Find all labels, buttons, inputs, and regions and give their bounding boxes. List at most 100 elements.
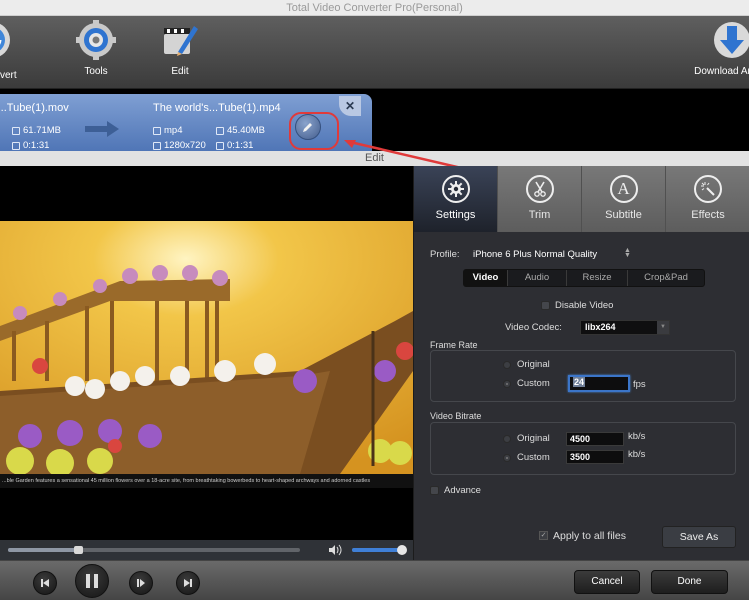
source-size: 61.71MB xyxy=(12,125,61,136)
video-caption: ...ble Garden features a sensational 45 … xyxy=(0,474,413,488)
toolbar-tools-label: Tools xyxy=(84,66,108,77)
gear-icon xyxy=(76,20,116,60)
apply-all-label: Apply to all files xyxy=(553,530,626,542)
frame-rate-custom-radio[interactable] xyxy=(503,380,511,388)
subtab-video[interactable]: Video xyxy=(464,270,508,286)
bitrate-title: Video Bitrate xyxy=(430,411,482,421)
edit-dialog-title: Edit xyxy=(0,151,749,166)
codec-select[interactable]: libx264 ▼ xyxy=(580,320,670,335)
toolbar-download-label: Download Am xyxy=(694,66,749,77)
monitor-icon xyxy=(153,141,161,150)
target-resolution: 1280x720 xyxy=(153,140,206,151)
frame-rate-original-label: Original xyxy=(517,359,550,370)
seek-progress xyxy=(8,548,79,552)
seek-handle[interactable] xyxy=(74,546,84,554)
bitrate-custom-unit: kb/s xyxy=(628,449,646,460)
pause-button[interactable] xyxy=(75,564,109,598)
player-controls: Cancel Done xyxy=(0,560,749,600)
volume-level xyxy=(352,548,402,552)
toolbar-download-button[interactable]: Download Am xyxy=(690,20,749,77)
target-file-name: The world's...Tube(1).mp4 xyxy=(153,102,281,114)
profile-select[interactable]: iPhone 6 Plus Normal Quality xyxy=(473,249,597,260)
disable-video-checkbox[interactable] xyxy=(541,301,550,310)
toolbar-edit-label: Edit xyxy=(171,66,189,77)
next-button[interactable] xyxy=(176,571,200,595)
target-size: 45.40MB xyxy=(216,125,265,136)
clock-icon xyxy=(12,141,20,150)
profile-stepper-icon[interactable]: ▲ ▼ xyxy=(624,247,631,259)
done-button[interactable]: Done xyxy=(651,570,728,594)
tab-settings[interactable]: Settings xyxy=(414,166,498,232)
step-forward-icon xyxy=(137,579,145,587)
seek-slider[interactable] xyxy=(8,546,300,554)
source-duration: 0:1:31 xyxy=(12,140,49,151)
tab-effects-label: Effects xyxy=(691,209,725,221)
skip-back-icon xyxy=(41,579,49,587)
frame-rate-custom-label: Custom xyxy=(517,378,550,389)
target-format: mp4 xyxy=(153,125,182,136)
format-icon xyxy=(153,126,161,135)
bitrate-original-input[interactable]: 4500 xyxy=(566,432,624,446)
apply-all-checkbox[interactable]: ✓ xyxy=(539,531,548,540)
frame-rate-value: 24 xyxy=(573,377,586,387)
target-format-value: mp4 xyxy=(164,125,183,136)
tab-settings-label: Settings xyxy=(435,209,476,221)
bitrate-original-radio[interactable] xyxy=(503,435,511,443)
subtab-crop-pad[interactable]: Crop&Pad xyxy=(628,270,704,286)
clock-icon xyxy=(216,141,224,150)
toolbar-tools-button[interactable]: Tools xyxy=(76,20,116,77)
tab-subtitle[interactable]: A Subtitle xyxy=(582,166,666,232)
bitrate-original-label: Original xyxy=(517,433,550,444)
source-size-value: 61.71MB xyxy=(23,125,62,136)
frame-rate-input[interactable]: 24 xyxy=(568,375,630,392)
codec-value: libx264 xyxy=(585,322,616,332)
tab-effects[interactable]: Effects xyxy=(666,166,749,232)
pause-icon xyxy=(86,574,98,588)
tab-trim[interactable]: Trim xyxy=(498,166,582,232)
download-arrow-icon xyxy=(712,20,749,60)
frame-rate-title: Frame Rate xyxy=(430,340,478,350)
remove-file-button[interactable]: ✕ xyxy=(339,96,361,116)
source-duration-value: 0:1:31 xyxy=(23,140,50,151)
bitrate-group: Original 4500 kb/s Custom 3500 kb/s xyxy=(430,422,736,475)
volume-icon[interactable] xyxy=(328,544,342,556)
volume-handle[interactable] xyxy=(397,545,407,555)
target-size-value: 45.40MB xyxy=(227,125,266,136)
video-preview: ...ble Garden features a sensational 45 … xyxy=(0,166,413,540)
bitrate-custom-radio[interactable] xyxy=(503,454,511,462)
bitrate-custom-input[interactable]: 3500 xyxy=(566,450,624,464)
size-icon xyxy=(12,126,20,135)
skip-forward-icon xyxy=(184,579,192,587)
toolbar-convert-button[interactable]: vert xyxy=(0,20,32,81)
chevron-down-icon: ▼ xyxy=(657,321,669,334)
magic-wand-icon xyxy=(694,175,722,203)
file-list: 's...Tube(1).mov 61.71MB 0:1:31 The worl… xyxy=(0,90,749,241)
target-duration: 0:1:31 xyxy=(216,140,253,151)
advance-checkbox[interactable] xyxy=(430,486,439,495)
codec-label: Video Codec: xyxy=(505,322,562,333)
bitrate-original-unit: kb/s xyxy=(628,431,646,442)
main-toolbar: vert Tools Edit Download Am xyxy=(0,16,749,89)
profile-label: Profile: xyxy=(430,249,460,260)
gear-icon xyxy=(441,175,470,203)
toolbar-edit-button[interactable]: Edit xyxy=(160,20,200,77)
letter-a-icon: A xyxy=(609,175,638,203)
step-forward-button[interactable] xyxy=(129,571,153,595)
settings-panel: Settings Trim A Subtitle Effects Profile… xyxy=(413,166,749,560)
source-file-name: 's...Tube(1).mov xyxy=(0,102,69,114)
edit-button-highlight xyxy=(289,112,339,150)
window-title: Total Video Converter Pro(Personal) xyxy=(0,0,749,16)
target-duration-value: 0:1:31 xyxy=(227,140,254,151)
previous-button[interactable] xyxy=(33,571,57,595)
edit-tabs: Settings Trim A Subtitle Effects xyxy=(414,166,749,232)
settings-subtabs: Video Audio Resize Crop&Pad xyxy=(463,269,705,287)
clapperboard-edit-icon xyxy=(160,20,200,60)
save-as-button[interactable]: Save As xyxy=(662,526,736,548)
frame-rate-original-radio[interactable] xyxy=(503,361,511,369)
subtab-audio[interactable]: Audio xyxy=(508,270,567,286)
cancel-button[interactable]: Cancel xyxy=(574,570,640,594)
subtab-resize[interactable]: Resize xyxy=(567,270,628,286)
frame-rate-group: Original Custom 24 fps xyxy=(430,350,736,402)
playback-bar xyxy=(0,540,413,560)
volume-slider[interactable] xyxy=(352,545,407,555)
